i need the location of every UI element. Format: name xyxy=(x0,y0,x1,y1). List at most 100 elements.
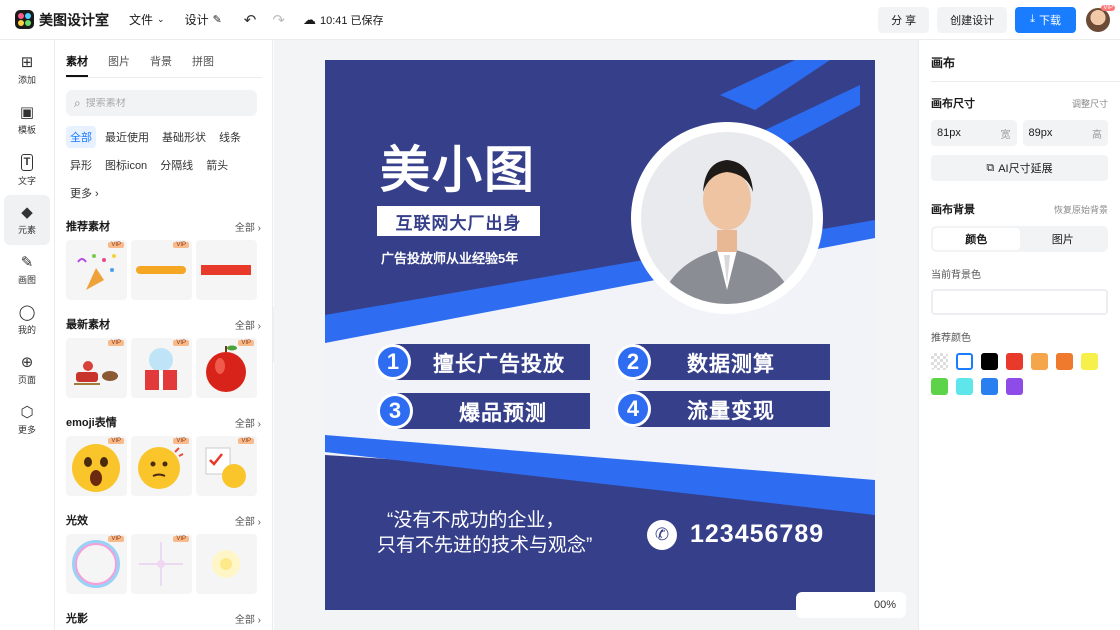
save-status-text: 10:41 已保存 xyxy=(319,14,384,27)
color-swatch[interactable] xyxy=(1081,353,1098,370)
color-swatch[interactable] xyxy=(1056,353,1073,370)
vip-badge: VIP xyxy=(108,438,124,444)
rail-item-text[interactable]: T 文字 xyxy=(0,145,54,195)
color-swatch[interactable] xyxy=(956,378,973,395)
poster-phone[interactable]: 123456789 xyxy=(690,520,824,549)
create-design-button[interactable]: 创建设计 xyxy=(937,6,1008,33)
color-swatch[interactable] xyxy=(1031,353,1048,370)
top-bar: 美图设计室 文件 ⌄ 设计 ✎ ↶ ↷ ☁ 10:41 已保存 分 享 创建设计… xyxy=(0,0,1120,40)
file-menu[interactable]: 文件 ⌄ xyxy=(129,11,165,28)
section-title: 最新素材 xyxy=(66,319,110,331)
color-swatch[interactable] xyxy=(1006,353,1023,370)
chip-arrows[interactable]: 箭头 xyxy=(202,154,232,176)
view-all-link[interactable]: 全部 › xyxy=(235,611,261,626)
view-all-link[interactable]: 全部 › xyxy=(235,415,261,430)
chip-lines[interactable]: 线条 xyxy=(215,126,245,148)
text-icon: T xyxy=(20,153,34,171)
color-swatch[interactable] xyxy=(981,378,998,395)
undo-icon[interactable]: ↶ xyxy=(244,11,257,29)
view-all-link[interactable]: 全部 › xyxy=(235,513,261,528)
pencil-icon: ✎ xyxy=(20,253,34,271)
chip-dividers[interactable]: 分隔线 xyxy=(156,154,197,176)
asset-thumb[interactable]: VIP xyxy=(131,436,192,496)
skill-number: 1 xyxy=(375,344,411,380)
zoom-control[interactable]: 00% xyxy=(796,592,906,618)
color-swatch[interactable] xyxy=(1006,378,1023,395)
red-bar-shape xyxy=(201,265,251,275)
asset-tabs: 素材 图片 背景 拼图 xyxy=(66,53,262,78)
avatar[interactable]: VIP xyxy=(1086,4,1115,32)
chip-icons[interactable]: 图标icon xyxy=(101,154,151,176)
seg-color[interactable]: 颜色 xyxy=(933,228,1020,250)
asset-thumb[interactable]: VIP xyxy=(66,436,127,496)
rail-item-draw[interactable]: ✎ 画图 xyxy=(0,245,54,295)
rail-label: 添加 xyxy=(17,74,36,85)
asset-thumb[interactable]: VIP xyxy=(66,534,127,594)
poster-quote[interactable]: “没有不成功的企业， 只有不先进的技术与观念” xyxy=(377,508,592,558)
add-page-icon: ⊕ xyxy=(20,353,34,371)
seg-image[interactable]: 图片 xyxy=(1020,228,1107,250)
rail-item-add[interactable]: ⊞ 添加 xyxy=(0,45,54,95)
current-bg-color-field[interactable] xyxy=(931,289,1108,315)
rail-item-templates[interactable]: ▣ 模板 xyxy=(0,95,54,145)
view-all-link[interactable]: 全部 › xyxy=(235,317,261,332)
color-swatch[interactable] xyxy=(956,353,973,370)
ai-resize-icon: ⧉ xyxy=(986,161,995,174)
color-swatch[interactable] xyxy=(981,353,998,370)
width-field[interactable]: 81px 宽 xyxy=(931,120,1017,146)
design-canvas[interactable]: 美小图 互联网大厂出身 广告投放师从业经验5年 1 擅长广告投放 2 数据测算 … xyxy=(325,60,875,610)
chip-basic-shapes[interactable]: 基础形状 xyxy=(158,126,210,148)
asset-thumb[interactable]: VIP xyxy=(131,338,192,398)
asset-thumb[interactable]: VIP xyxy=(131,534,192,594)
color-swatch[interactable] xyxy=(931,378,948,395)
rail-item-elements[interactable]: ◆ 元素 xyxy=(4,195,50,245)
rail-item-mine[interactable]: ◯ 我的 xyxy=(0,295,54,345)
download-label: 下载 xyxy=(1039,14,1061,27)
tab-backgrounds[interactable]: 背景 xyxy=(150,53,172,77)
skill-badge[interactable]: 2 数据测算 xyxy=(615,344,830,380)
color-swatch[interactable] xyxy=(931,353,948,370)
chip-irregular[interactable]: 异形 xyxy=(66,154,96,176)
chip-recent[interactable]: 最近使用 xyxy=(101,126,153,148)
design-menu[interactable]: 设计 ✎ xyxy=(185,11,222,28)
skill-badge[interactable]: 1 擅长广告投放 xyxy=(375,344,590,380)
asset-thumb[interactable]: VIP xyxy=(196,338,257,398)
download-button[interactable]: ⤓ 下载 xyxy=(1015,6,1076,33)
rail-item-more[interactable]: ⬡ 更多 xyxy=(0,395,54,445)
tab-collage[interactable]: 拼图 xyxy=(192,53,214,77)
quote-line: 只有不先进的技术与观念” xyxy=(377,535,593,556)
asset-thumb[interactable] xyxy=(196,240,257,300)
rail-label: 画图 xyxy=(17,274,36,285)
ai-extend-button[interactable]: ⧉ AI尺寸延展 xyxy=(931,155,1108,181)
poster-subtitle[interactable]: 互联网大厂出身 xyxy=(377,206,540,236)
skill-badge[interactable]: 3 爆品预测 xyxy=(377,393,590,429)
app-logo[interactable]: 美图设计室 xyxy=(15,10,109,30)
chip-more[interactable]: 更多 › xyxy=(66,182,103,204)
rail-label: 元素 xyxy=(17,224,36,235)
reset-bg-link[interactable]: 恢复原始背景 xyxy=(1054,203,1108,216)
vip-badge: VIP xyxy=(173,242,189,248)
recommended-colors-label: 推荐颜色 xyxy=(931,333,971,344)
asset-thumb[interactable]: VIP xyxy=(196,436,257,496)
section-title: emoji表情 xyxy=(66,417,117,429)
search-input[interactable] xyxy=(85,97,246,109)
section-title: 推荐素材 xyxy=(66,221,110,233)
poster-experience[interactable]: 广告投放师从业经验5年 xyxy=(381,248,518,267)
tab-materials[interactable]: 素材 xyxy=(66,53,88,77)
asset-thumb[interactable] xyxy=(196,534,257,594)
chip-all[interactable]: 全部 xyxy=(66,126,96,148)
rail-label: 更多 xyxy=(17,424,36,435)
skill-badge[interactable]: 4 流量变现 xyxy=(615,391,830,427)
height-field[interactable]: 89px 高 xyxy=(1022,120,1108,146)
tab-images[interactable]: 图片 xyxy=(108,53,130,77)
poster-name[interactable]: 美小图 xyxy=(380,130,536,202)
asset-thumb[interactable]: VIP xyxy=(131,240,192,300)
redo-icon[interactable]: ↷ xyxy=(272,11,285,29)
asset-thumb[interactable]: VIP xyxy=(66,338,127,398)
resize-link[interactable]: 调整尺寸 xyxy=(1072,97,1108,110)
view-all-link[interactable]: 全部 › xyxy=(235,219,261,234)
search-box: ⌕ xyxy=(66,90,257,116)
asset-thumb[interactable]: VIP xyxy=(66,240,127,300)
share-button[interactable]: 分 享 xyxy=(878,6,930,33)
rail-item-pages[interactable]: ⊕ 页面 xyxy=(0,345,54,395)
